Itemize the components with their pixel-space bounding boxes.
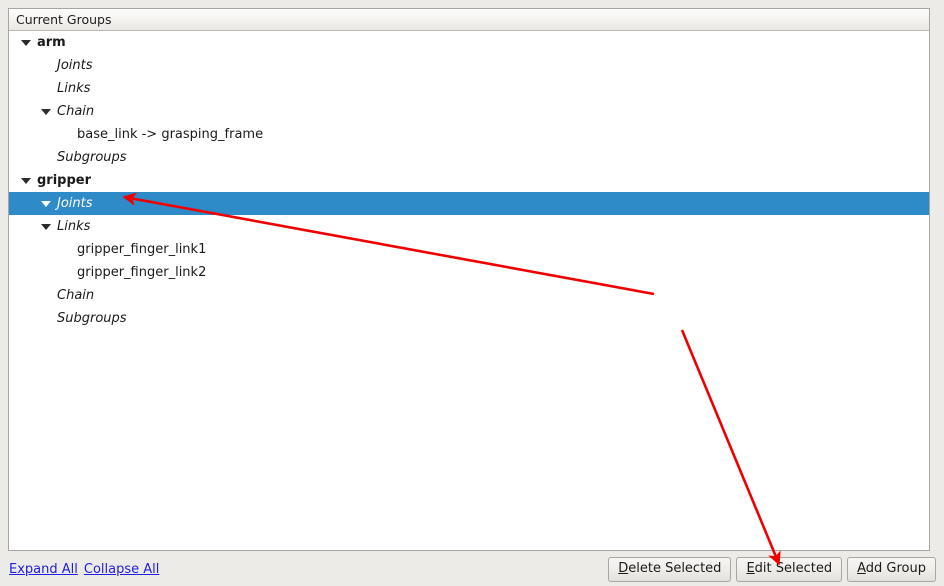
- tree-row[interactable]: gripper: [9, 169, 929, 192]
- button-mnemonic: E: [746, 561, 755, 576]
- tree-row[interactable]: Chain: [9, 100, 929, 123]
- groups-tree[interactable]: arm Joints Links Chain base_link -> grasping…: [9, 31, 929, 550]
- tree-row[interactable]: base_link -> grasping_frame: [9, 123, 929, 146]
- tree-row-label: Joints: [57, 196, 93, 211]
- edit-selected-button[interactable]: Edit Selected: [736, 557, 843, 582]
- tree-row[interactable]: gripper_finger_link2: [9, 261, 929, 284]
- add-group-button[interactable]: Add Group: [847, 557, 936, 582]
- tree-row-label: Chain: [57, 104, 95, 119]
- bottom-bar: Expand All Collapse All Delete Selected Ed…: [0, 551, 944, 586]
- tree-row-label: gripper_finger_link1: [77, 242, 207, 257]
- expander-triangle-down-icon[interactable]: [21, 177, 31, 184]
- tree-row-label: Links: [57, 81, 91, 96]
- tree-row[interactable]: gripper_finger_link1: [9, 238, 929, 261]
- tree-row[interactable]: arm: [9, 31, 929, 54]
- tree-row-label: gripper: [37, 173, 92, 188]
- button-mnemonic: D: [618, 561, 629, 576]
- button-label: dd Group: [865, 561, 926, 576]
- expander-placeholder-icon: [61, 132, 71, 138]
- tree-row[interactable]: Chain: [9, 284, 929, 307]
- tree-link-actions: Expand All Collapse All: [9, 562, 165, 577]
- button-mnemonic: A: [857, 561, 866, 576]
- tree-row[interactable]: Links: [9, 77, 929, 100]
- tree-row-label: Chain: [57, 288, 95, 303]
- expander-placeholder-icon: [41, 86, 51, 92]
- panel-header-title: Current Groups: [16, 12, 112, 27]
- tree-row[interactable]: Subgroups: [9, 307, 929, 330]
- delete-selected-button[interactable]: Delete Selected: [608, 557, 732, 582]
- current-groups-panel: Current Groups arm Joints Links Chain base_l…: [8, 8, 930, 551]
- tree-row-label: arm: [37, 35, 66, 50]
- expander-triangle-down-icon[interactable]: [41, 223, 51, 230]
- expander-placeholder-icon: [41, 316, 51, 322]
- action-buttons: Delete Selected Edit Selected Add Group: [608, 557, 936, 582]
- expander-placeholder-icon: [41, 155, 51, 161]
- tree-row[interactable]: Joints: [9, 54, 929, 77]
- tree-row-label: gripper_finger_link2: [77, 265, 207, 280]
- expander-placeholder-icon: [41, 200, 51, 207]
- expand-all-link[interactable]: Expand All: [9, 562, 78, 577]
- panel-header: Current Groups: [9, 9, 929, 31]
- button-label: dit Selected: [754, 561, 833, 576]
- tree-row[interactable]: Links: [9, 215, 929, 238]
- collapse-all-link[interactable]: Collapse All: [84, 562, 160, 577]
- expander-placeholder-icon: [61, 247, 71, 253]
- expander-placeholder-icon: [41, 63, 51, 69]
- tree-row[interactable]: Joints: [9, 192, 929, 215]
- expander-placeholder-icon: [61, 270, 71, 276]
- button-label: elete Selected: [628, 561, 722, 576]
- expander-triangle-down-icon[interactable]: [41, 108, 51, 115]
- tree-row-label: Subgroups: [57, 150, 127, 165]
- expander-triangle-down-icon[interactable]: [21, 39, 31, 46]
- tree-row-label: Joints: [57, 58, 93, 73]
- expander-placeholder-icon: [41, 293, 51, 299]
- tree-row[interactable]: Subgroups: [9, 146, 929, 169]
- tree-row-label: Links: [57, 219, 91, 234]
- tree-row-label: base_link -> grasping_frame: [77, 127, 264, 142]
- tree-row-label: Subgroups: [57, 311, 127, 326]
